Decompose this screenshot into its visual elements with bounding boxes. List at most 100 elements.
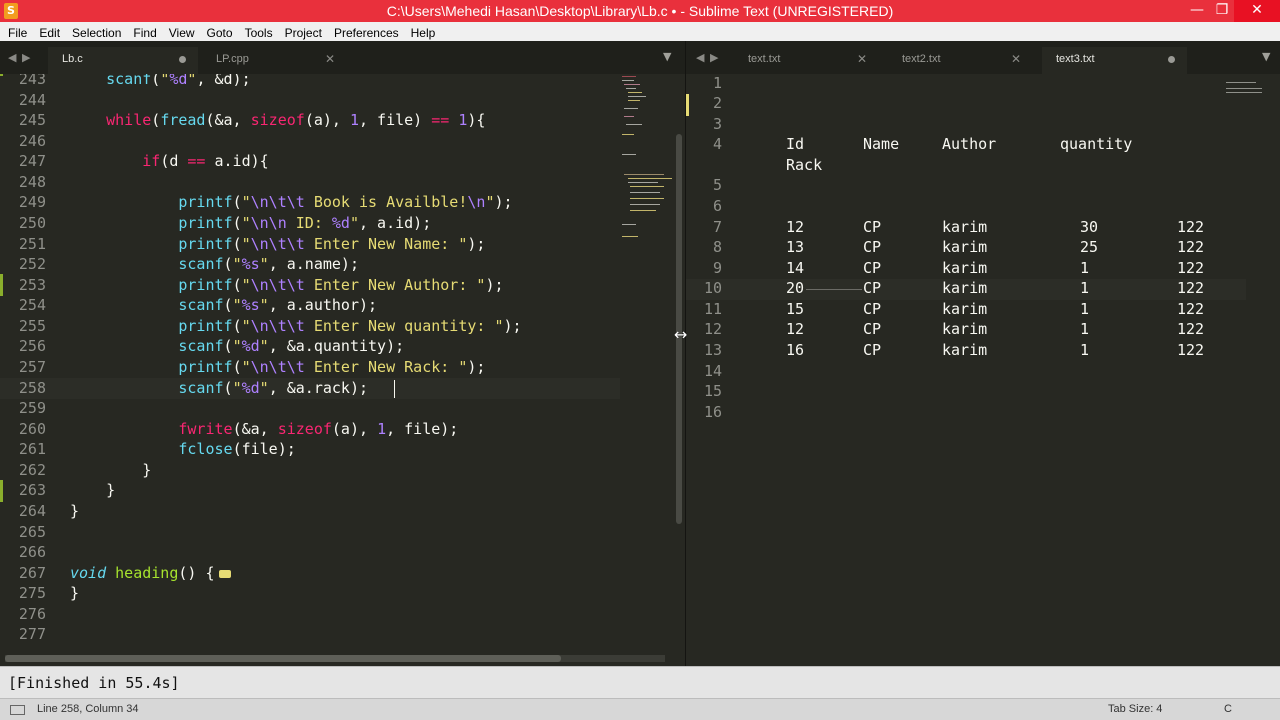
cell: 1 xyxy=(1080,300,1090,318)
tab-text-txt[interactable]: text.txt ✕ xyxy=(734,47,879,74)
line-number: 258 xyxy=(18,379,46,397)
left-tab-bar: ◀ ▶ Lb.c LP.cpp ✕ ▼ xyxy=(0,41,685,74)
close-tab-icon[interactable]: ✕ xyxy=(1011,52,1021,66)
unsaved-dot-icon xyxy=(1168,56,1175,63)
line-number: 4 xyxy=(712,135,722,153)
cell: 122 xyxy=(1177,218,1205,236)
right-tab-bar: ◀ ▶ text.txt ✕ text2.txt ✕ text3.txt ▼ xyxy=(686,41,1280,74)
line-number: 251 xyxy=(18,235,46,253)
modified-line-marker xyxy=(0,74,3,76)
maximize-button[interactable]: ❐ xyxy=(1207,0,1237,22)
tab-label: text.txt xyxy=(748,53,781,65)
cell: CP xyxy=(863,238,882,256)
modified-line-marker xyxy=(0,480,3,502)
horizontal-scrollbar-thumb[interactable] xyxy=(5,655,561,662)
minimap[interactable] xyxy=(1226,80,1266,100)
line-number: 257 xyxy=(18,358,46,376)
cell: 13 xyxy=(786,238,805,256)
status-bar: Line 258, Column 34 Tab Size: 4 C xyxy=(0,698,1280,720)
build-output-text: [Finished in 55.4s] xyxy=(8,674,180,692)
tab-text3-txt[interactable]: text3.txt xyxy=(1042,47,1187,74)
close-tab-icon[interactable]: ✕ xyxy=(857,52,867,66)
title-bar: S C:\Users\Mehedi Hasan\Desktop\Library\… xyxy=(0,0,1280,22)
close-tab-icon[interactable]: ✕ xyxy=(325,52,335,66)
code-line: printf("\n\t\t Enter New Author: "); xyxy=(178,276,504,294)
cell: 30 xyxy=(1080,218,1099,236)
unsaved-dot-icon xyxy=(179,56,186,63)
cell: karim xyxy=(942,259,988,277)
cell: 1 xyxy=(1080,320,1090,338)
window-title: C:\Users\Mehedi Hasan\Desktop\Library\Lb… xyxy=(386,3,894,19)
header-cell: Author xyxy=(942,135,997,153)
line-number: 15 xyxy=(703,382,722,400)
header-cell: quantity xyxy=(1060,135,1133,153)
cell: 20 xyxy=(786,279,805,297)
line-number: 244 xyxy=(18,91,46,109)
line-number: 2 xyxy=(712,94,722,112)
code-line: while(fread(&a, sizeof(a), 1, file) == 1… xyxy=(106,111,486,129)
cell: CP xyxy=(863,341,882,359)
cell: 12 xyxy=(786,320,805,338)
code-line: void heading() { xyxy=(70,564,231,582)
line-number: 9 xyxy=(712,259,722,277)
tab-dropdown-icon[interactable]: ▼ xyxy=(663,50,671,63)
cell: 12 xyxy=(786,218,805,236)
tab-size[interactable]: Tab Size: 4 xyxy=(1108,703,1162,715)
cell: karim xyxy=(942,218,988,236)
cell: 122 xyxy=(1177,279,1205,297)
line-number: 266 xyxy=(18,543,46,561)
resize-cursor-icon: ↔ xyxy=(674,325,688,344)
folded-region-icon[interactable] xyxy=(218,569,231,578)
cell: CP xyxy=(863,259,882,277)
tab-nav-prev-icon[interactable]: ◀ xyxy=(8,51,16,64)
line-number: 8 xyxy=(712,238,722,256)
line-number: 255 xyxy=(18,317,46,335)
line-number: 277 xyxy=(18,625,46,643)
tab-lp-cpp[interactable]: LP.cpp ✕ xyxy=(202,47,347,74)
line-number: 14 xyxy=(703,362,722,380)
cell: 25 xyxy=(1080,238,1099,256)
cell: karim xyxy=(942,279,988,297)
cell: 1 xyxy=(1080,259,1090,277)
cell: 1 xyxy=(1080,279,1090,297)
cell: karim xyxy=(942,320,988,338)
cell: 122 xyxy=(1177,300,1205,318)
code-line: printf("\n\t\t Enter New Rack: "); xyxy=(178,358,486,376)
header-cell: Name xyxy=(863,135,900,153)
line-number: 259 xyxy=(18,399,46,417)
tab-nav-next-icon[interactable]: ▶ xyxy=(710,51,718,64)
build-output-panel[interactable]: [Finished in 55.4s] xyxy=(0,666,1280,698)
tab-nav-next-icon[interactable]: ▶ xyxy=(22,51,30,64)
right-editor-pane[interactable]: 1 2 3 4 5 6 7 8 9 10 11 12 13 14 15 16 I… xyxy=(686,74,1280,666)
minimap[interactable] xyxy=(620,74,676,666)
line-number: 245 xyxy=(18,111,46,129)
line-number: 276 xyxy=(18,605,46,623)
cell: CP xyxy=(863,320,882,338)
line-number: 263 xyxy=(18,481,46,499)
code-line: scanf("%d", &d); xyxy=(106,74,251,88)
line-number: 11 xyxy=(703,300,722,318)
tab-dropdown-icon[interactable]: ▼ xyxy=(1262,50,1270,63)
header-cell: Rack xyxy=(786,156,823,174)
syntax-mode[interactable]: C xyxy=(1224,703,1232,715)
line-number: 10 xyxy=(703,279,722,297)
modified-line-marker xyxy=(0,274,3,296)
line-number: 264 xyxy=(18,502,46,520)
line-number: 249 xyxy=(18,193,46,211)
code-line: if(d == a.id){ xyxy=(142,152,269,170)
line-number: 7 xyxy=(712,218,722,236)
line-number: 252 xyxy=(18,255,46,273)
cell: karim xyxy=(942,300,988,318)
code-line: } xyxy=(70,481,116,499)
tab-nav-prev-icon[interactable]: ◀ xyxy=(696,51,704,64)
tab-lb-c[interactable]: Lb.c xyxy=(48,47,198,74)
left-editor-pane[interactable]: 243 244 245 246 247 248 249 250 251 252 … xyxy=(0,74,685,666)
line-number: 261 xyxy=(18,440,46,458)
tab-text2-txt[interactable]: text2.txt ✕ xyxy=(888,47,1033,74)
line-number: 254 xyxy=(18,296,46,314)
tab-label: text3.txt xyxy=(1056,53,1095,65)
cell: 14 xyxy=(786,259,805,277)
code-line: } xyxy=(70,461,152,479)
close-button[interactable]: ✕ xyxy=(1234,0,1280,22)
panel-toggle-icon[interactable] xyxy=(10,705,25,715)
